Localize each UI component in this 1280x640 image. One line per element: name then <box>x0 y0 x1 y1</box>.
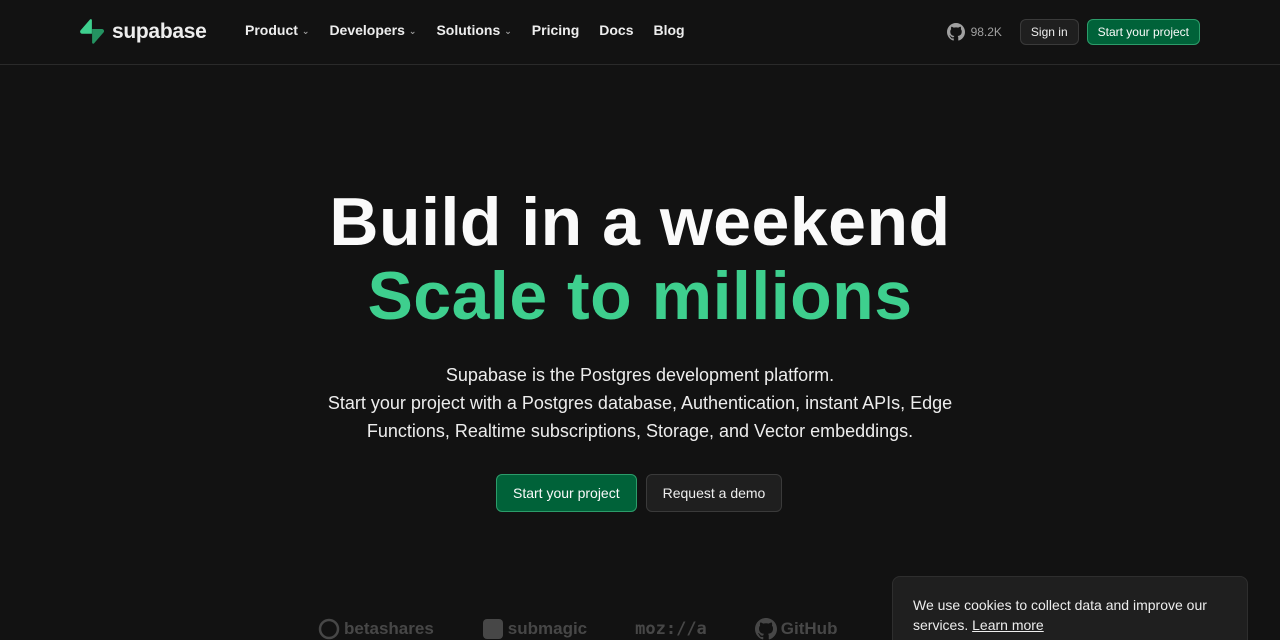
chevron-down-icon: ⌄ <box>408 25 417 36</box>
betashares-logo: betashares <box>318 618 434 640</box>
betashares-icon <box>318 618 340 640</box>
top-navigation: supabase Product ⌄ Developers ⌄ Solution… <box>0 0 1280 65</box>
start-project-button[interactable]: Start your project <box>496 474 637 512</box>
cookie-banner: We use cookies to collect data and impro… <box>892 576 1248 640</box>
github-stars-link[interactable]: 98.2K <box>946 23 1002 41</box>
submagic-logo: submagic <box>482 618 587 640</box>
mozilla-label: moz://a <box>635 619 707 639</box>
github-customer-label: GitHub <box>780 619 838 638</box>
hero-subtitle-line3: Functions, Realtime subscriptions, Stora… <box>366 421 914 441</box>
nav-developers[interactable]: Developers ⌄ <box>329 22 416 38</box>
nav-solutions-label: Solutions <box>436 22 501 38</box>
submagic-icon <box>482 618 504 640</box>
cookie-learn-more-link[interactable]: Learn more <box>972 617 1044 633</box>
hero-title-line2: Scale to millions <box>367 258 913 334</box>
hero-subtitle: Supabase is the Postgres development pla… <box>0 361 1280 445</box>
nav-pricing[interactable]: Pricing <box>532 22 579 38</box>
nav-product-label: Product <box>245 22 298 38</box>
submagic-label: submagic <box>507 619 588 638</box>
chevron-down-icon: ⌄ <box>301 25 310 36</box>
mozilla-logo: moz://a <box>635 619 707 639</box>
hero-subtitle-line1: Supabase is the Postgres development pla… <box>445 365 835 385</box>
nav-start-project-button[interactable]: Start your project <box>1086 19 1200 45</box>
github-star-count: 98.2K <box>970 25 1002 39</box>
github-customer-logo: GitHub <box>754 618 838 640</box>
github-icon <box>946 23 965 41</box>
customer-logos: betashares submagic moz://a GitHub <box>318 618 837 640</box>
hero-cta-group: Start your project Request a demo <box>496 474 783 512</box>
nav-product[interactable]: Product ⌄ <box>245 22 309 38</box>
supabase-logo[interactable]: supabase <box>80 19 207 44</box>
supabase-bolt-icon <box>80 19 104 44</box>
nav-blog[interactable]: Blog <box>654 22 685 38</box>
github-icon <box>754 618 777 640</box>
request-demo-button[interactable]: Request a demo <box>645 474 783 512</box>
cookie-text: We use cookies to collect data and impro… <box>913 597 1207 633</box>
betashares-label: betashares <box>344 619 434 638</box>
nav-docs[interactable]: Docs <box>599 22 633 38</box>
hero-title-line1: Build in a weekend <box>329 184 951 260</box>
nav-solutions[interactable]: Solutions ⌄ <box>436 22 511 38</box>
chevron-down-icon: ⌄ <box>504 25 512 36</box>
sign-in-button[interactable]: Sign in <box>1019 19 1079 45</box>
nav-developers-label: Developers <box>329 22 405 38</box>
nav-actions: 98.2K Sign in Start your project <box>946 19 1200 45</box>
hero-subtitle-line2: Start your project with a Postgres datab… <box>327 393 953 413</box>
brand-name: supabase <box>112 19 207 43</box>
main-nav: Product ⌄ Developers ⌄ Solutions ⌄ Prici… <box>245 22 705 38</box>
